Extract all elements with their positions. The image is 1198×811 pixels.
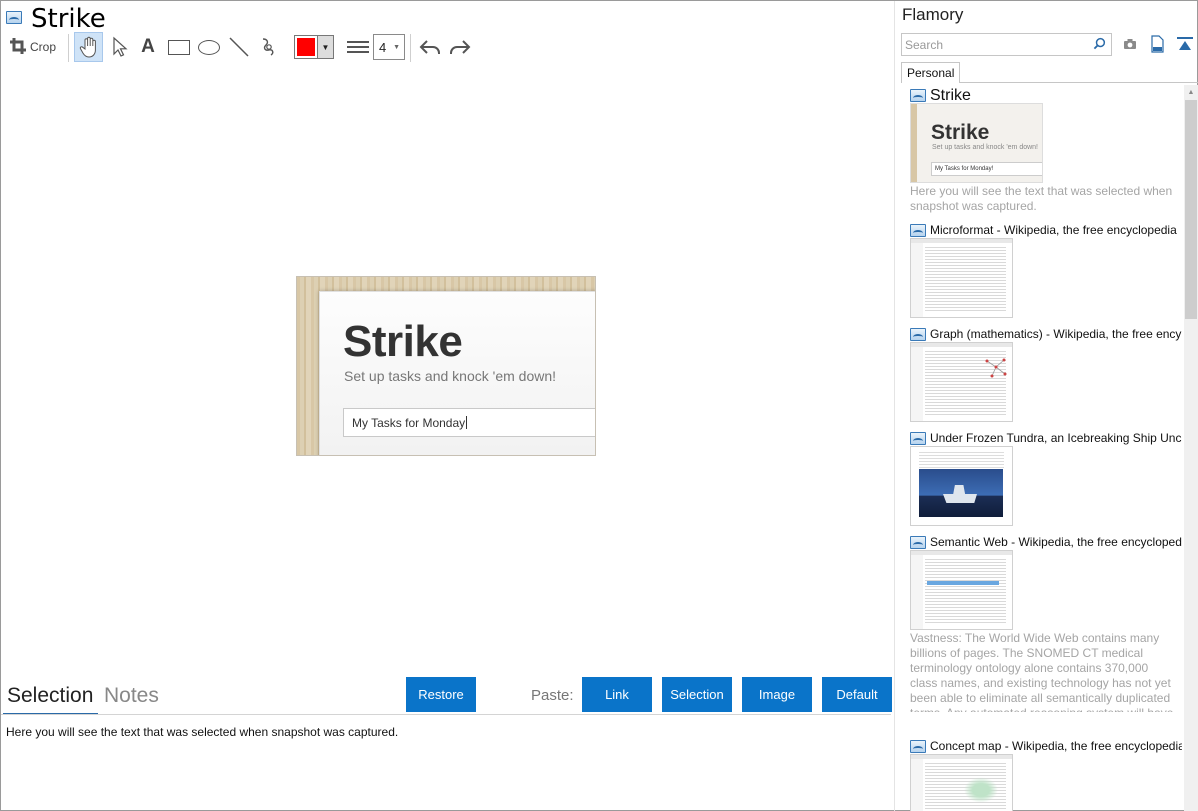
- line-width-icon[interactable]: [345, 32, 371, 62]
- item-title: Under Frozen Tundra, an Icebreaking Ship…: [930, 431, 1182, 445]
- chevron-down-icon: ▼: [318, 35, 334, 59]
- app-window: Strike Crop A ▼ 4 ▼ Strike Set up tasks …: [0, 0, 1198, 811]
- color-swatch: [294, 35, 318, 59]
- item-thumbnail: [910, 342, 1013, 422]
- tab-selection[interactable]: Selection: [7, 684, 93, 708]
- item-thumbnail: Strike Set up tasks and knock 'em down! …: [910, 103, 1043, 183]
- tab-notes[interactable]: Notes: [104, 684, 159, 708]
- scrollbar-thumb[interactable]: [1185, 100, 1197, 319]
- tab-divider: [960, 82, 1198, 83]
- hand-tool-button[interactable]: [74, 32, 103, 62]
- text-tool-button[interactable]: A: [137, 32, 159, 62]
- freehand-icon: [262, 38, 274, 56]
- snapshot-input: My Tasks for Monday: [343, 408, 595, 437]
- search-icon[interactable]: [1093, 37, 1106, 50]
- freehand-tool-button[interactable]: [255, 32, 283, 62]
- snapshot-card: Strike Set up tasks and knock 'em down! …: [319, 291, 595, 455]
- ellipse-icon: [198, 39, 220, 55]
- stroke-width-select[interactable]: 4 ▼: [373, 34, 405, 60]
- paste-label: Paste:: [531, 687, 574, 704]
- panel-divider: [894, 1, 895, 811]
- item-description: Vastness: The World Wide Web contains ma…: [910, 631, 1173, 712]
- search-placeholder: Search: [905, 38, 944, 52]
- snapshot-heading: Strike: [343, 317, 463, 366]
- snapshot-subtitle: Set up tasks and knock 'em down!: [344, 368, 557, 384]
- chevron-down-icon: ▼: [393, 44, 400, 51]
- paste-link-button[interactable]: Link: [582, 677, 652, 712]
- snapshot-list: Strike Strike Set up tasks and knock 'em…: [908, 85, 1182, 811]
- line-icon: [229, 37, 249, 57]
- page-favicon-icon: [910, 224, 926, 237]
- page-icon[interactable]: [1149, 35, 1165, 53]
- undo-icon: [419, 40, 440, 54]
- item-title: Concept map - Wikipedia, the free encycl…: [930, 739, 1182, 753]
- line-tool-button[interactable]: [225, 32, 253, 62]
- item-thumbnail: [910, 446, 1013, 526]
- paste-selection-button[interactable]: Selection: [662, 677, 732, 712]
- snapshot-image[interactable]: Strike Set up tasks and knock 'em down! …: [296, 276, 596, 456]
- bottom-panel: Selection Notes Restore Paste: Link Sele…: [1, 677, 893, 811]
- tab-personal[interactable]: Personal: [901, 62, 960, 83]
- pointer-tool-button[interactable]: [107, 32, 133, 62]
- page-favicon-icon: [910, 89, 926, 102]
- page-favicon-icon: [910, 432, 926, 445]
- sidebar-title: Flamory: [902, 5, 964, 24]
- rectangle-icon: [168, 39, 190, 55]
- paste-default-button[interactable]: Default: [822, 677, 892, 712]
- item-description: Here you will see the text that was sele…: [910, 184, 1173, 213]
- rectangle-tool-button[interactable]: [165, 32, 193, 62]
- thumb-input: My Tasks for Monday!: [931, 162, 1042, 176]
- crop-label: Crop: [29, 40, 56, 54]
- color-picker[interactable]: ▼: [293, 32, 335, 62]
- stroke-width-value: 4: [379, 39, 387, 55]
- app-logo-icon: [6, 11, 22, 24]
- item-title: Graph (mathematics) - Wikipedia, the fre…: [930, 327, 1182, 341]
- page-favicon-icon: [910, 536, 926, 549]
- pointer-icon: [113, 36, 128, 57]
- page-favicon-icon: [910, 328, 926, 341]
- redo-button[interactable]: [447, 32, 473, 62]
- thumb-title: Strike: [931, 121, 990, 144]
- divider: [1, 714, 891, 715]
- item-title: Microformat - Wikipedia, the free encycl…: [930, 223, 1177, 237]
- thumb-subtitle: Set up tasks and knock 'em down!: [932, 144, 1039, 151]
- hand-icon: [79, 36, 96, 58]
- redo-icon: [450, 40, 471, 54]
- paste-image-button[interactable]: Image: [742, 677, 812, 712]
- toolbar: Crop A ▼ 4 ▼: [1, 32, 501, 64]
- undo-button[interactable]: [417, 32, 443, 62]
- item-thumbnail: [910, 754, 1013, 811]
- selection-text: Here you will see the text that was sele…: [6, 725, 399, 739]
- snapshot-canvas[interactable]: Strike Set up tasks and knock 'em down! …: [1, 67, 893, 679]
- item-thumbnail: [910, 238, 1013, 318]
- search-input[interactable]: Search: [901, 33, 1112, 56]
- toolbar-divider: [410, 34, 411, 62]
- item-thumbnail: [910, 550, 1013, 630]
- ellipse-tool-button[interactable]: [195, 32, 223, 62]
- scroll-up-arrow-icon[interactable]: ▲: [1184, 85, 1198, 99]
- document-title: Strike: [31, 4, 106, 34]
- crop-button[interactable]: Crop: [7, 32, 59, 62]
- crop-icon: [9, 37, 26, 57]
- camera-icon[interactable]: [1122, 36, 1138, 52]
- text-icon: A: [141, 36, 155, 57]
- page-favicon-icon: [910, 740, 926, 753]
- restore-button[interactable]: Restore: [406, 677, 476, 712]
- item-title: Semantic Web - Wikipedia, the free encyc…: [930, 535, 1182, 549]
- pin-icon[interactable]: [1176, 35, 1194, 53]
- toolbar-divider: [68, 34, 69, 62]
